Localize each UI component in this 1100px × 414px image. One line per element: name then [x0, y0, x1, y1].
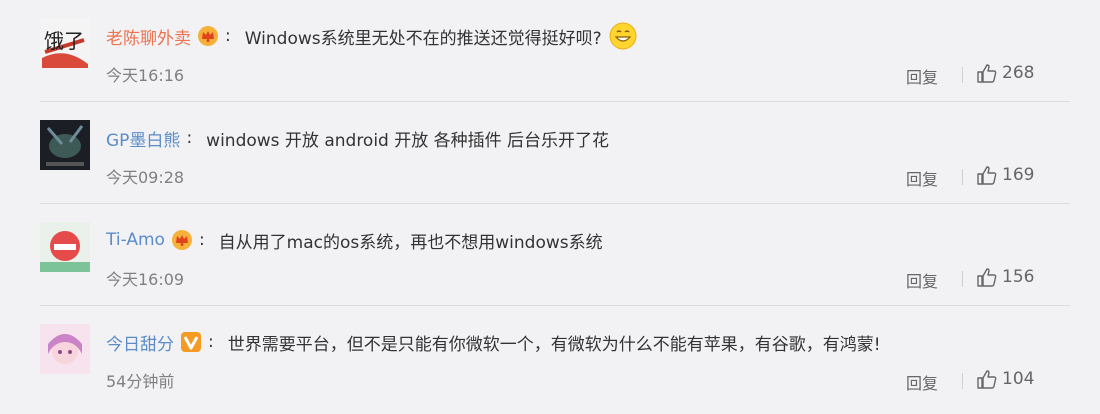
- divider: [962, 373, 963, 389]
- timestamp: 54分钟前: [106, 372, 175, 391]
- username[interactable]: 老陈聊外卖: [106, 24, 191, 49]
- comment-text: Windows系统里无处不在的推送还觉得挺好呗?: [244, 28, 602, 49]
- like-button[interactable]: 169: [976, 164, 1034, 186]
- comment-item: 饿了 老陈聊外卖 : Windows系统里无处不在的推送还觉得挺好呗? 今天16…: [0, 0, 1100, 102]
- reply-button[interactable]: 回复: [906, 268, 938, 292]
- separator: :: [198, 230, 205, 250]
- reply-button[interactable]: 回复: [906, 370, 938, 394]
- timestamp: 今天16:16: [106, 66, 185, 85]
- like-count: 268: [1002, 63, 1035, 83]
- like-button[interactable]: 156: [976, 266, 1034, 288]
- avatar[interactable]: [40, 222, 90, 272]
- verified-v-icon: [180, 331, 202, 353]
- avatar[interactable]: [40, 120, 90, 170]
- separator: :: [225, 26, 231, 46]
- like-count: 156: [1002, 267, 1035, 287]
- thumbs-up-icon: [977, 166, 997, 185]
- avatar[interactable]: 饿了: [40, 18, 90, 68]
- thumbs-up-icon: [977, 64, 997, 83]
- username[interactable]: 今日甜分: [106, 330, 174, 355]
- thumbs-up-icon: [977, 268, 997, 287]
- grin-emoji-icon: [608, 21, 638, 51]
- comment-text: 自从用了mac的os系统，再也不想用windows系统: [218, 232, 603, 253]
- like-count: 104: [1002, 369, 1035, 389]
- vip-crown-icon: [197, 25, 219, 47]
- thumbs-up-icon: [977, 370, 997, 389]
- vip-crown-icon: [171, 229, 193, 251]
- divider: [962, 271, 963, 287]
- timestamp: 今天09:28: [106, 168, 185, 187]
- comment-item: Ti-Amo : 自从用了mac的os系统，再也不想用windows系统 今天1…: [0, 204, 1100, 306]
- separator: :: [186, 128, 193, 148]
- avatar[interactable]: [40, 324, 90, 374]
- timestamp: 今天16:09: [106, 270, 185, 289]
- separator: :: [208, 332, 214, 352]
- comment-item: GP墨白熊 : windows 开放 android 开放 各种插件 后台乐开了…: [0, 102, 1100, 204]
- svg-text:饿了: 饿了: [44, 29, 84, 53]
- like-button[interactable]: 104: [976, 368, 1034, 390]
- username[interactable]: Ti-Amo: [106, 230, 165, 250]
- comment-item: 今日甜分 : 世界需要平台，但不是只能有你微软一个，有微软为什么不能有苹果，有谷…: [0, 306, 1100, 408]
- comment-text: 世界需要平台，但不是只能有你微软一个，有微软为什么不能有苹果，有谷歌，有鸿蒙!: [227, 334, 881, 355]
- like-count: 169: [1002, 165, 1035, 185]
- username[interactable]: GP墨白熊: [106, 126, 180, 151]
- reply-button[interactable]: 回复: [906, 166, 938, 190]
- reply-button[interactable]: 回复: [906, 64, 938, 88]
- like-button[interactable]: 268: [976, 62, 1034, 84]
- divider: [962, 67, 963, 83]
- divider: [962, 169, 963, 185]
- comment-text: windows 开放 android 开放 各种插件 后台乐开了花: [206, 130, 610, 151]
